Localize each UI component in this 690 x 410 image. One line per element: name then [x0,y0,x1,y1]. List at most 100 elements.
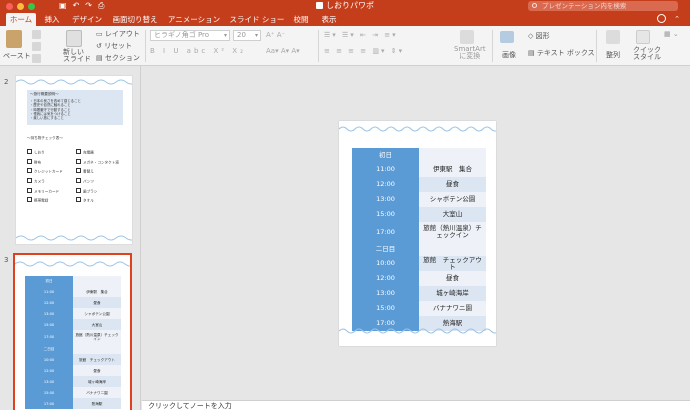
tab-home[interactable]: ホーム [6,13,36,26]
feedback-smiley-icon[interactable] [657,14,666,23]
arrange-icon[interactable] [606,30,620,44]
ribbon-more-icon[interactable]: ▦ ⌄ [664,30,679,38]
checklist-column-2: 充電器 メガネ・コンタクト液 着替え パンツ 歯ブラシ タオル [76,149,119,207]
ribbon-home: ペースト 新しい スライド ▭ レイアウト ↺ リセット ▤ セクション ヒラギ… [0,26,690,66]
font-style-buttons[interactable]: B I U abc X² X₂ [150,47,246,55]
tab-slideshow[interactable]: スライド ショー [228,13,286,26]
slide-thumbnail-3-selected[interactable]: 初日 11:00 伊東駅 集合 12:00 昼食 13:00 シャボテン公園 15:00 大室山… [13,253,132,410]
search-icon [532,3,537,8]
arrange-button[interactable]: 整列 [606,50,620,60]
new-slide-button[interactable]: 新しい スライド [63,49,91,63]
quick-styles-icon[interactable] [636,30,650,44]
trip-overview-title: 〜旅行概要説明〜 [30,92,59,96]
search-field[interactable]: プレゼンテーション内を検索 [528,1,678,11]
redo-icon[interactable]: ↷ [85,1,92,11]
font-size-select[interactable]: 20 ▾ [233,30,261,41]
picture-button[interactable]: 画像 [502,50,516,60]
schedule-day-header: 初日 [352,148,419,162]
textbox-button[interactable]: ▤ テキスト ボックス [528,48,595,58]
tab-animations[interactable]: アニメーション [166,13,222,26]
trip-overview-box: 〜旅行概要説明〜 ・日本の良さを改めて感じること ・歴史や自然に触れること ・時… [27,90,123,125]
chevron-down-icon: ▾ [223,32,227,39]
copy-icon[interactable] [32,42,41,51]
smartart-icon[interactable] [460,30,474,44]
slide-number-2: 2 [4,78,9,86]
schedule-event-cell: 昼食 [73,365,121,376]
schedule-event-cell: 大室山 [419,207,486,222]
font-color-buttons[interactable]: Aa▾ A▾ A▾ [266,47,300,55]
schedule-day-header: 二日目 [25,344,73,354]
print-icon[interactable]: ⎙ [98,1,104,11]
tab-view[interactable]: 表示 [318,13,340,26]
schedule-event-cell: 城ヶ崎海岸 [419,286,486,301]
paragraph-list-buttons[interactable]: ☰▾ ☰▾ ⇤ ⇥ ≡▾ [324,31,398,39]
wave-decoration-bottom [339,328,496,334]
font-size-grow-shrink[interactable]: A⁺ A⁻ [266,31,285,39]
checklist-item: しおり [27,149,63,159]
layout-icon: ▭ [96,30,105,38]
notes-placeholder: クリックしてノートを入力 [148,402,232,410]
section-button[interactable]: ▤ セクション [96,53,140,63]
format-painter-icon[interactable] [32,54,41,63]
schedule-event-cell: 伊東駅 集合 [73,286,121,297]
layout-button[interactable]: ▭ レイアウト [96,29,140,39]
current-slide[interactable]: 初日 11:00 伊東駅 集合 12:00 昼食 13:00 シャボテン公園 15:00 大室山… [339,121,496,346]
schedule-event-cell: 伊東駅 集合 [419,162,486,177]
reset-icon: ↺ [96,42,105,50]
shapes-button[interactable]: ◇ 図形 [528,31,550,41]
new-slide-icon[interactable] [66,30,82,47]
ribbon-separator [318,30,319,62]
checklist-title: 〜持ち物チェック表〜 [27,136,63,140]
tab-design[interactable]: デザイン [68,13,106,26]
paragraph-align-buttons[interactable]: ≡ ≡ ≡ ≡ ▥▾ ⇕▾ [324,47,404,55]
schedule-table-thumbnail: 初日 11:00 伊東駅 集合 12:00 昼食 13:00 シャボテン公園 15:00 大室山… [25,276,121,409]
schedule-event-cell: シャボテン公園 [73,308,121,319]
cut-icon[interactable] [32,30,41,39]
trip-overview-list: ・日本の良さを改めて感じること ・歴史や自然に触れること ・時間厳守で行動するこ… [30,99,120,120]
quick-styles-button[interactable]: クイック スタイル [633,47,661,61]
font-name-select[interactable]: ヒラギノ角ゴ Pro ▾ [150,30,230,41]
collapse-ribbon-icon[interactable]: ⌃ [674,16,680,23]
checklist-item: タオル [76,197,119,207]
paste-button[interactable]: ペースト [3,51,31,61]
checklist-item: メガネ・コンタクト液 [76,159,119,169]
wave-decoration [16,235,132,241]
window-controls [6,2,35,10]
schedule-day-header: 二日目 [352,242,419,256]
schedule-event-cell: 昼食 [73,297,121,308]
schedule-table[interactable]: 初日 11:00 伊東駅 集合 12:00 昼食 13:00 シャボテン公園 15:00 大室山… [352,148,486,331]
zoom-window-button[interactable] [28,2,35,10]
search-placeholder: プレゼンテーション内を検索 [542,2,627,10]
schedule-event-cell: 昼食 [419,271,486,286]
ribbon-separator [596,30,597,62]
notes-pane[interactable]: クリックしてノートを入力 [142,400,690,410]
schedule-day-header: 初日 [25,276,73,286]
font-size-value: 20 [237,31,246,39]
quick-access-toolbar: ▣ ↶ ↷ ⎙ [59,1,104,11]
schedule-time-cell: 12:00 [25,365,73,376]
schedule-time-cell: 12:00 [25,297,73,308]
slide-thumbnail-2[interactable]: 〜旅行概要説明〜 ・日本の良さを改めて感じること ・歴史や自然に触れること ・時… [15,75,133,245]
checklist-item: 充電器 [76,149,119,159]
tab-insert[interactable]: 挿入 [40,13,64,26]
paste-icon[interactable] [6,30,22,48]
close-window-button[interactable] [6,2,13,10]
font-name-value: ヒラギノ角ゴ Pro [154,31,210,39]
smartart-button[interactable]: SmartArt に変換 [454,46,486,60]
undo-icon[interactable]: ↶ [73,1,80,11]
checklist-item: メモリーカード [27,188,63,198]
schedule-time-cell: 15:00 [352,301,419,316]
tab-review[interactable]: 校閲 [290,13,312,26]
reset-label: リセット [104,42,133,50]
picture-icon[interactable] [500,31,514,43]
schedule-time-cell: 11:00 [352,162,419,177]
save-icon[interactable]: ▣ [59,1,67,11]
schedule-time-cell: 15:00 [352,207,419,222]
tab-transitions[interactable]: 画面切り替え [110,13,160,26]
wave-decoration [16,79,132,85]
schedule-time-cell: 11:00 [25,286,73,297]
schedule-time-cell: 15:00 [25,319,73,330]
minimize-window-button[interactable] [17,2,24,10]
reset-button[interactable]: ↺ リセット [96,41,132,51]
textbox-icon: ▤ [528,49,537,57]
